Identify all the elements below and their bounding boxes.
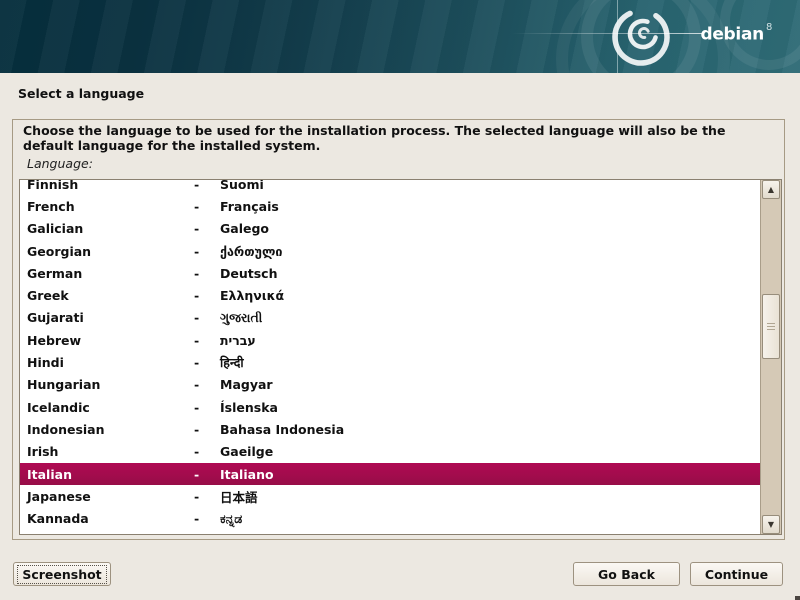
separator-dash: - bbox=[194, 444, 220, 459]
language-english-name: French bbox=[27, 199, 194, 214]
language-native-name: Suomi bbox=[220, 180, 760, 192]
separator-dash: - bbox=[194, 422, 220, 437]
language-label: Language: bbox=[27, 156, 93, 171]
list-item[interactable]: Icelandic-Íslenska bbox=[20, 396, 760, 418]
banner: debian8 bbox=[0, 0, 800, 73]
list-item[interactable]: Italian-Italiano bbox=[20, 463, 760, 485]
list-item[interactable]: Hungarian-Magyar bbox=[20, 374, 760, 396]
page-title: Select a language bbox=[18, 86, 144, 101]
language-native-name: ქართული bbox=[220, 244, 760, 259]
list-item[interactable]: Japanese-日本語 bbox=[20, 485, 760, 507]
list-item[interactable]: Finnish-Suomi bbox=[20, 180, 760, 195]
list-item[interactable]: Gujarati-ગુજરાતી bbox=[20, 307, 760, 329]
language-english-name: Icelandic bbox=[27, 400, 194, 415]
installer-window: debian8 Select a language Choose the lan… bbox=[0, 0, 800, 600]
screenshot-button[interactable]: Screenshot bbox=[13, 562, 111, 586]
language-native-name: Bahasa Indonesia bbox=[220, 422, 760, 437]
separator-dash: - bbox=[194, 288, 220, 303]
language-english-name: Irish bbox=[27, 444, 194, 459]
language-native-name: हिन्दी bbox=[220, 354, 760, 371]
dialog-description: Choose the language to be used for the i… bbox=[23, 124, 771, 153]
scroll-down-icon: ▼ bbox=[763, 516, 779, 533]
list-item[interactable]: Greek-Ελληνικά bbox=[20, 284, 760, 306]
language-english-name: Italian bbox=[27, 467, 194, 482]
scrollbar-thumb[interactable] bbox=[762, 294, 780, 359]
continue-button[interactable]: Continue bbox=[690, 562, 783, 586]
language-english-name: Japanese bbox=[27, 489, 194, 504]
separator-dash: - bbox=[194, 467, 220, 482]
brand-version: 8 bbox=[766, 22, 772, 33]
language-native-name: Français bbox=[220, 199, 760, 214]
language-native-name: Italiano bbox=[220, 467, 760, 482]
focus-ring: Screenshot bbox=[17, 565, 107, 584]
language-english-name: Indonesian bbox=[27, 422, 194, 437]
brand-logo-text: debian bbox=[700, 25, 763, 45]
language-native-name: 日本語 bbox=[220, 487, 760, 506]
separator-dash: - bbox=[194, 400, 220, 415]
language-native-name: Ελληνικά bbox=[220, 288, 760, 303]
language-native-name: Deutsch bbox=[220, 266, 760, 281]
language-english-name: Hungarian bbox=[27, 377, 194, 392]
separator-dash: - bbox=[194, 180, 220, 192]
language-english-name: Hindi bbox=[27, 355, 194, 370]
language-english-name: Georgian bbox=[27, 244, 194, 259]
language-english-name: Hebrew bbox=[27, 333, 194, 348]
crosshair-vertical-line bbox=[617, 0, 618, 73]
language-rows-viewport: Finnish-SuomiFrench-FrançaisGalician-Gal… bbox=[20, 180, 760, 534]
separator-dash: - bbox=[194, 377, 220, 392]
language-rows: Finnish-SuomiFrench-FrançaisGalician-Gal… bbox=[20, 180, 760, 530]
separator-dash: - bbox=[194, 266, 220, 281]
scroll-down-button[interactable]: ▼ bbox=[762, 515, 780, 534]
language-english-name: Gujarati bbox=[27, 310, 194, 325]
scrollbar-track[interactable] bbox=[761, 200, 781, 514]
go-back-button[interactable]: Go Back bbox=[573, 562, 680, 586]
scroll-up-button[interactable]: ▲ bbox=[762, 180, 780, 199]
separator-dash: - bbox=[194, 355, 220, 370]
separator-dash: - bbox=[194, 199, 220, 214]
list-item[interactable]: Galician-Galego bbox=[20, 218, 760, 240]
separator-dash: - bbox=[194, 244, 220, 259]
cursor-artifact bbox=[795, 596, 800, 600]
thumb-grip-icon bbox=[767, 323, 775, 331]
list-item[interactable]: Indonesian-Bahasa Indonesia bbox=[20, 418, 760, 440]
language-english-name: German bbox=[27, 266, 194, 281]
separator-dash: - bbox=[194, 511, 220, 526]
language-english-name: Finnish bbox=[27, 180, 194, 192]
list-item[interactable]: Irish-Gaeilge bbox=[20, 441, 760, 463]
language-native-name: Gaeilge bbox=[220, 444, 760, 459]
language-native-name: Íslenska bbox=[220, 400, 760, 415]
debian-swirl-icon bbox=[580, 0, 710, 73]
language-native-name: ગુજરાતી bbox=[220, 310, 760, 326]
separator-dash: - bbox=[194, 333, 220, 348]
list-item[interactable]: Hebrew-עברית bbox=[20, 329, 760, 351]
language-english-name: Greek bbox=[27, 288, 194, 303]
scroll-up-icon: ▲ bbox=[763, 181, 779, 198]
language-list[interactable]: Finnish-SuomiFrench-FrançaisGalician-Gal… bbox=[19, 179, 782, 535]
screenshot-button-label: Screenshot bbox=[22, 567, 101, 582]
brand-logo: debian8 bbox=[700, 21, 772, 45]
separator-dash: - bbox=[194, 221, 220, 236]
language-native-name: Galego bbox=[220, 221, 760, 236]
language-english-name: Kannada bbox=[27, 511, 194, 526]
list-item[interactable]: Hindi-हिन्दी bbox=[20, 351, 760, 373]
crosshair-horizontal-line bbox=[512, 33, 704, 34]
list-item[interactable]: Kannada-ಕನ್ನಡ bbox=[20, 507, 760, 529]
separator-dash: - bbox=[194, 489, 220, 504]
language-native-name: Magyar bbox=[220, 377, 760, 392]
list-item[interactable]: Georgian-ქართული bbox=[20, 240, 760, 262]
language-native-name: עברית bbox=[220, 333, 760, 348]
list-item[interactable]: French-Français bbox=[20, 195, 760, 217]
scrollbar[interactable]: ▲ ▼ bbox=[760, 180, 781, 534]
language-english-name: Galician bbox=[27, 221, 194, 236]
separator-dash: - bbox=[194, 310, 220, 325]
language-native-name: ಕನ್ನಡ bbox=[220, 511, 760, 527]
dialog-frame: Choose the language to be used for the i… bbox=[12, 119, 785, 540]
list-item[interactable]: German-Deutsch bbox=[20, 262, 760, 284]
